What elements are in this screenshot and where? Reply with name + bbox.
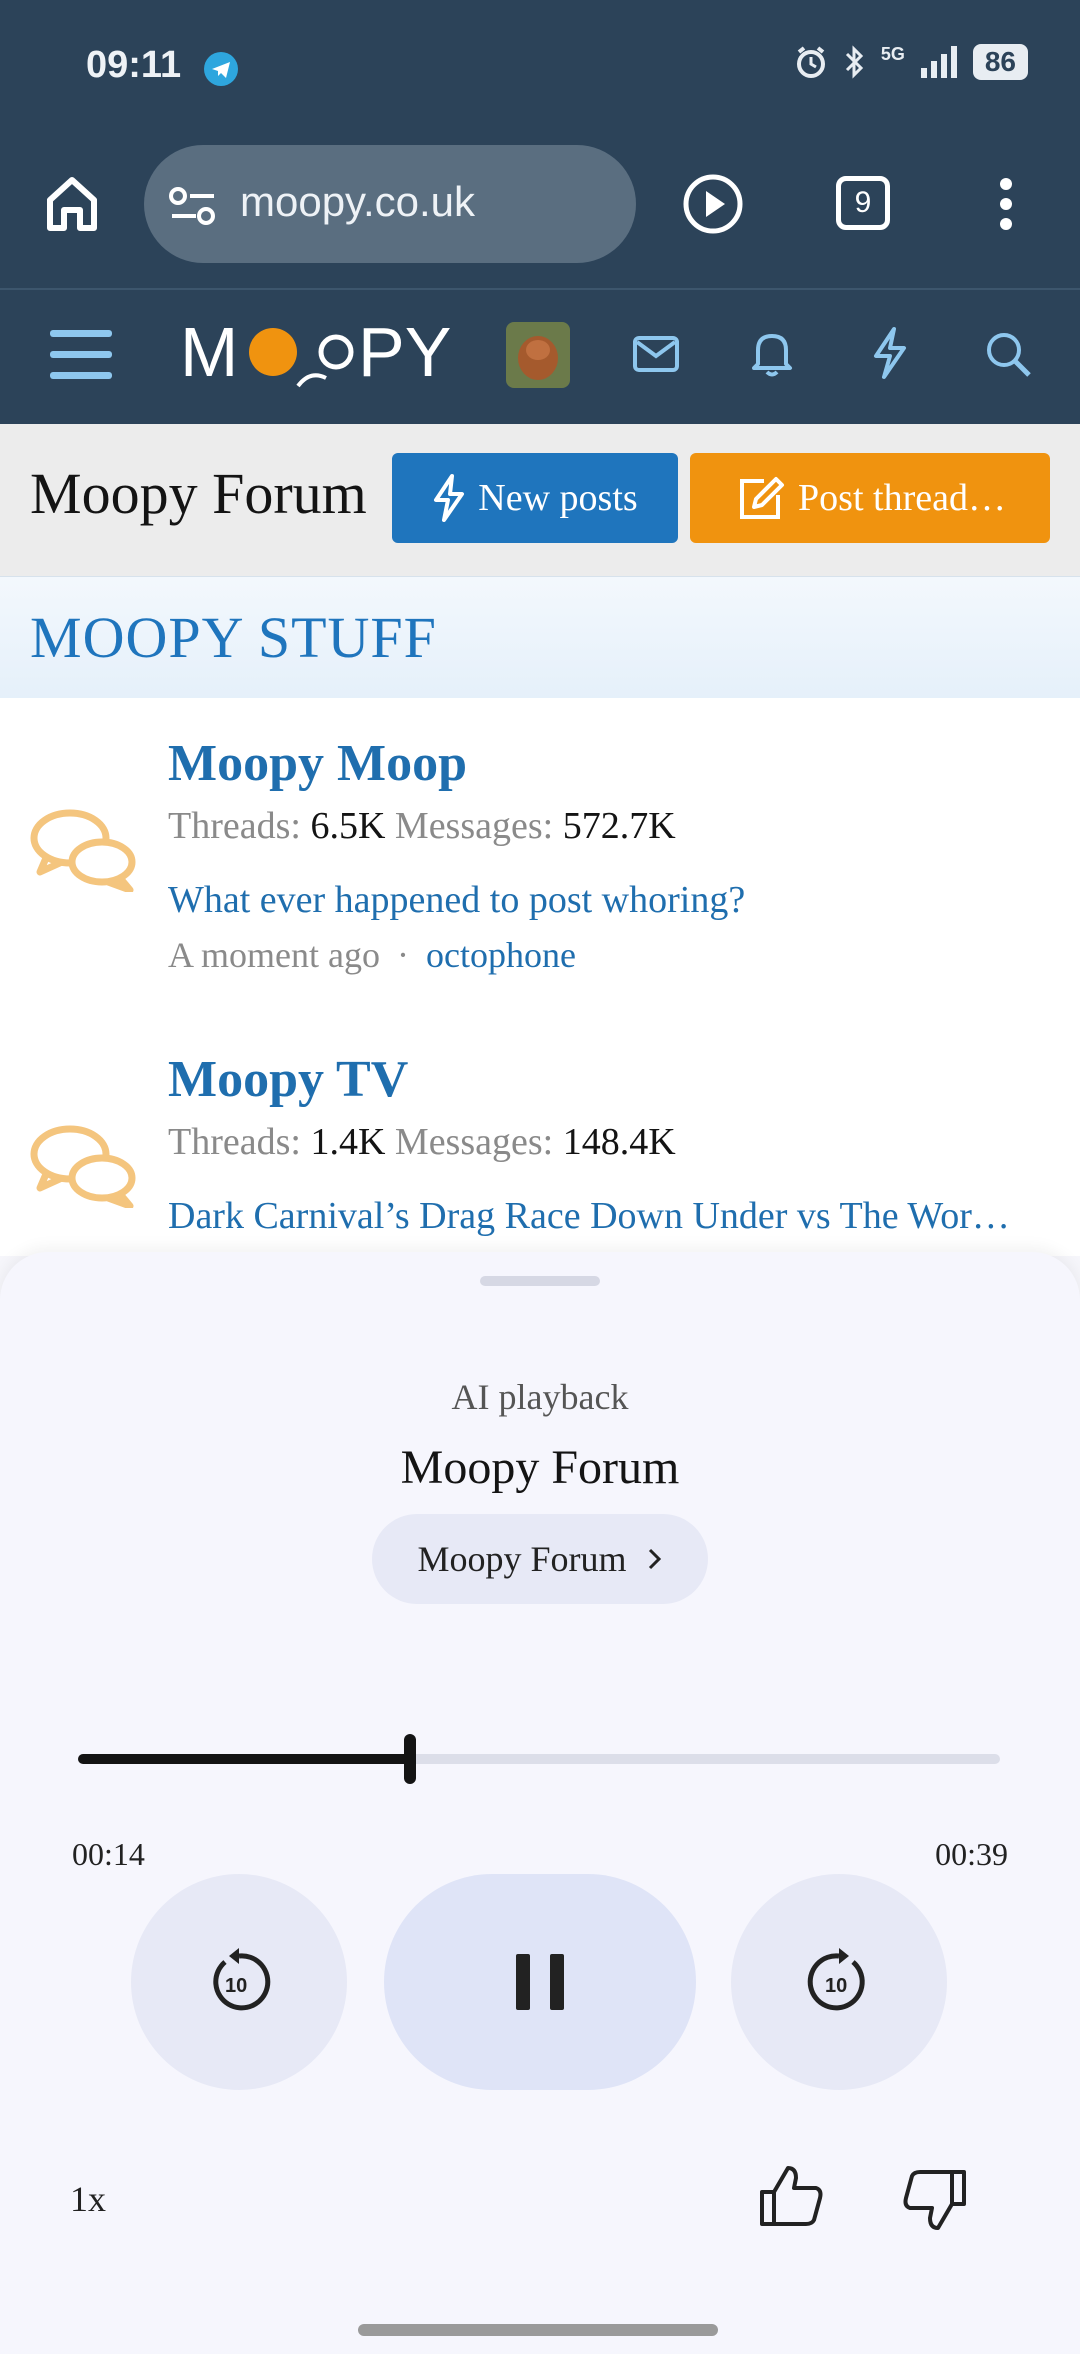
bell-icon[interactable] <box>750 328 794 378</box>
tab-switcher-button[interactable]: 9 <box>836 176 890 230</box>
svg-text:M: M <box>180 313 238 391</box>
new-posts-label: New posts <box>478 477 638 519</box>
site-logo[interactable]: M PY <box>180 312 454 394</box>
progress-thumb[interactable] <box>404 1734 416 1784</box>
forum-chat-icon <box>30 809 136 892</box>
bluetooth-icon <box>845 45 863 79</box>
forward-10-button[interactable]: 10 <box>731 1874 947 2090</box>
source-chip-label: Moopy Forum <box>417 1539 627 1579</box>
new-posts-button[interactable]: New posts <box>392 453 678 543</box>
svg-text:PY: PY <box>358 313 451 391</box>
site-settings-icon[interactable] <box>168 186 218 226</box>
source-chip[interactable]: Moopy Forum <box>372 1514 708 1604</box>
forward-10-icon: 10 <box>807 1948 865 2011</box>
lightning-icon[interactable] <box>870 326 910 380</box>
battery-indicator: 86 <box>972 44 1028 80</box>
search-icon[interactable] <box>984 330 1032 378</box>
progress-fill <box>78 1754 410 1764</box>
play-icon[interactable] <box>682 173 744 235</box>
rewind-10-button[interactable]: 10 <box>131 1874 347 2090</box>
page-title: Moopy Forum <box>30 461 367 526</box>
thumbs-down-icon[interactable] <box>900 2168 968 2234</box>
telegram-icon <box>204 52 238 86</box>
hamburger-menu-icon[interactable] <box>48 326 114 384</box>
mail-icon[interactable] <box>632 334 680 374</box>
pause-icon <box>516 1954 564 2010</box>
sheet-drag-handle[interactable] <box>480 1276 600 1286</box>
edit-icon <box>740 477 785 519</box>
chevron-right-icon <box>648 1548 661 1570</box>
current-time: 00:14 <box>72 1836 145 1872</box>
user-avatar[interactable] <box>506 322 570 388</box>
forum-chat-icon <box>30 1125 136 1208</box>
forum-stats: Threads: 6.5K Messages: 572.7K <box>168 805 676 847</box>
svg-text:10: 10 <box>225 1975 247 1997</box>
status-time: 09:11 <box>86 44 182 86</box>
latest-thread-link[interactable]: What ever happened to post whoring? <box>168 878 745 922</box>
lightning-icon <box>434 474 465 522</box>
rewind-10-icon: 10 <box>213 1948 271 2011</box>
signal-icon <box>920 46 957 78</box>
post-thread-button[interactable]: Post thread… <box>690 453 1050 543</box>
home-icon[interactable] <box>44 174 100 232</box>
thumbs-up-icon[interactable] <box>758 2162 826 2228</box>
playback-title: Moopy Forum <box>400 1441 680 1494</box>
latest-user-link[interactable]: octophone <box>426 935 576 975</box>
network-type: 5G <box>880 43 905 64</box>
forum-title[interactable]: Moopy TV <box>168 1050 408 1109</box>
forum-title[interactable]: Moopy Moop <box>168 734 467 793</box>
meta-separator: · <box>396 935 409 975</box>
playback-label: AI playback <box>451 1377 629 1417</box>
forum-stats: Threads: 1.4K Messages: 148.4K <box>168 1121 676 1163</box>
category-title[interactable]: MOOPY STUFF <box>30 604 437 671</box>
url-text[interactable]: moopy.co.uk <box>240 178 475 226</box>
status-icons: 5G 86 <box>793 44 1028 80</box>
pause-button[interactable] <box>384 1874 696 2090</box>
post-thread-label: Post thread… <box>798 477 1006 519</box>
alarm-icon <box>796 46 825 78</box>
gesture-home-indicator[interactable] <box>358 2324 718 2336</box>
total-time: 00:39 <box>935 1836 1008 1872</box>
svg-text:10: 10 <box>825 1975 847 1997</box>
more-menu-icon[interactable] <box>996 176 1016 232</box>
playback-speed-button[interactable]: 1x <box>70 2178 106 2220</box>
latest-meta: A moment ago · octophone <box>168 934 576 976</box>
latest-time: A moment ago <box>168 935 380 975</box>
latest-thread-link[interactable]: Dark Carnival’s Drag Race Down Under vs … <box>168 1194 1010 1238</box>
